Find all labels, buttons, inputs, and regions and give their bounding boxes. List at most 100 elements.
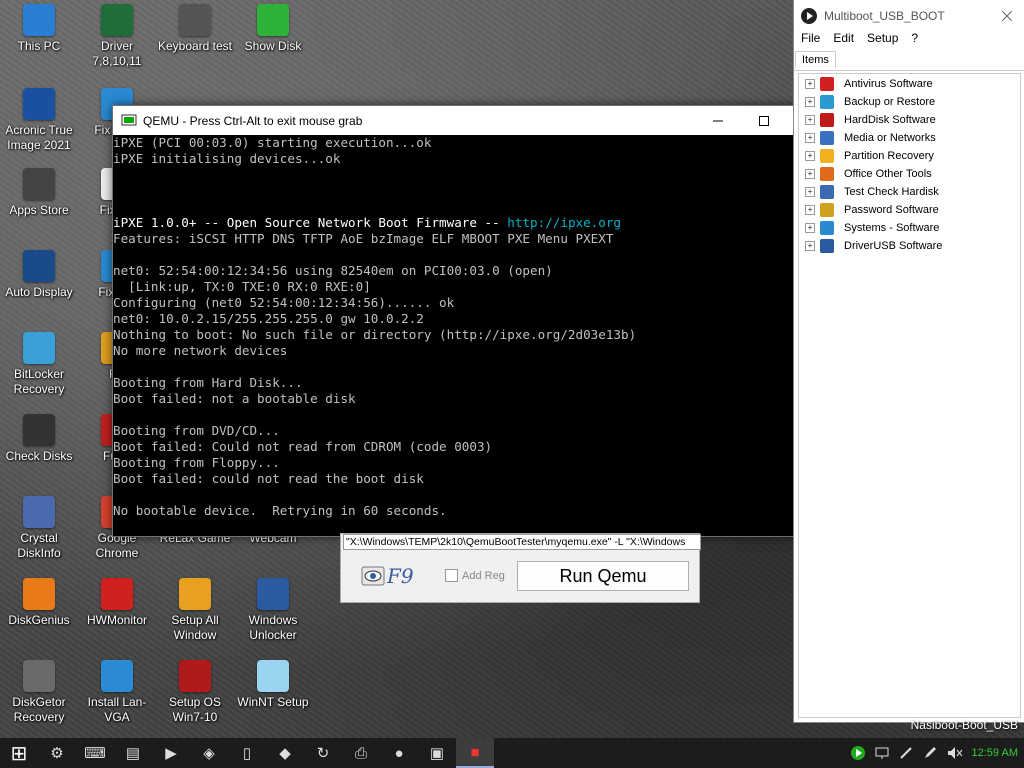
menu-item[interactable]: File <box>801 31 820 49</box>
shield-icon[interactable]: ◆ <box>266 738 304 768</box>
expand-icon[interactable]: + <box>805 205 815 215</box>
expand-icon[interactable]: + <box>805 133 815 143</box>
keyboard-icon[interactable]: ⌨ <box>76 738 114 768</box>
brush-icon[interactable] <box>898 745 914 761</box>
desktop-shortcut[interactable]: Install Lan-VGA <box>78 660 156 725</box>
expand-icon[interactable]: + <box>805 115 815 125</box>
menu-item[interactable]: ? <box>911 31 918 49</box>
tree-item[interactable]: + Partition Recovery <box>799 147 1020 165</box>
winnt-icon <box>257 660 289 692</box>
tree-item[interactable]: + Antivirus Software <box>799 75 1020 93</box>
media-icon[interactable]: ▶ <box>152 738 190 768</box>
desktop-shortcut[interactable]: BitLocker Recovery <box>0 332 78 397</box>
menu-item[interactable]: Setup <box>867 31 898 49</box>
desktop-shortcut[interactable]: Check Disks <box>0 414 78 464</box>
console-line: Booting from DVD/CD... <box>113 423 833 439</box>
maximize-button[interactable] <box>741 106 787 135</box>
desktop-shortcut[interactable]: HWMonitor <box>78 578 156 628</box>
file-icon[interactable]: ▯ <box>228 738 266 768</box>
desktop-shortcut[interactable]: Crystal DiskInfo <box>0 496 78 561</box>
console-line: Booting from Floppy... <box>113 455 833 471</box>
multiboot-titlebar[interactable]: Multiboot_USB_BOOT <box>794 0 1024 31</box>
printer-icon[interactable]: ⎙ <box>342 738 380 768</box>
expand-icon[interactable]: + <box>805 151 815 161</box>
desktop-shortcut[interactable]: Show Disk <box>234 4 312 54</box>
desktop-shortcut[interactable]: This PC <box>0 4 78 54</box>
console-text: No bootable device. Retrying in 60 secon… <box>113 503 447 518</box>
tree-item-label: Partition Recovery <box>844 150 934 162</box>
clock[interactable]: 12:59 AM <box>972 747 1018 759</box>
desktop-shortcut[interactable]: Auto Display <box>0 250 78 300</box>
desktop-shortcut[interactable]: Keyboard test <box>156 4 234 54</box>
console-text: Nothing to boot: No such file or directo… <box>113 327 637 342</box>
multiboot-close-button[interactable] <box>989 1 1024 30</box>
console-line: iPXE (PCI 00:03.0) starting execution...… <box>113 135 833 151</box>
console-text: net0: 10.0.2.15/255.255.255.0 gw 10.0.2.… <box>113 311 424 326</box>
play-icon[interactable] <box>850 745 866 761</box>
expand-icon[interactable]: + <box>805 97 815 107</box>
category-icon <box>820 185 834 199</box>
add-reg-checkbox[interactable]: Add Reg <box>445 569 505 582</box>
shortcut-label: DiskGenius <box>8 613 70 627</box>
qemu-console[interactable]: iPXE (PCI 00:03.0) starting execution...… <box>113 135 833 519</box>
shortcut-label: Check Disks <box>5 449 73 463</box>
desktop-shortcut[interactable]: DiskGetor Recovery <box>0 660 78 725</box>
qemu-window[interactable]: QEMU - Press Ctrl-Alt to exit mouse grab… <box>112 105 834 537</box>
menu-item[interactable]: Edit <box>833 31 854 49</box>
expand-icon[interactable]: + <box>805 187 815 197</box>
network-icon[interactable]: ◈ <box>190 738 228 768</box>
console-text: iPXE initialising devices...ok <box>113 151 341 166</box>
desktop-shortcut[interactable]: Windows Unlocker <box>234 578 312 643</box>
shortcut-label: Show Disk <box>244 39 302 53</box>
pen-icon[interactable] <box>922 745 938 761</box>
desktop-shortcut[interactable]: Setup OS Win7-10 <box>156 660 234 725</box>
run-qemu-button[interactable]: Run Qemu <box>517 561 689 591</box>
volume-muted-icon[interactable] <box>946 745 964 761</box>
multiboot-window[interactable]: Multiboot_USB_BOOT File Edit Setup? Items … <box>793 0 1024 723</box>
tree-item[interactable]: + Backup or Restore <box>799 93 1020 111</box>
tree-item[interactable]: + Test Check Hardisk <box>799 183 1020 201</box>
expand-icon[interactable]: + <box>805 241 815 251</box>
hardware-icon[interactable]: ⚙ <box>38 738 76 768</box>
console-line: Configuring (net0 52:54:00:12:34:56)....… <box>113 295 833 311</box>
tree-item[interactable]: + DriverUSB Software <box>799 237 1020 255</box>
checkbox-box[interactable] <box>445 569 458 582</box>
f9-button[interactable]: F9 <box>361 562 423 590</box>
shortcut-label: HWMonitor <box>86 613 147 627</box>
tree-item[interactable]: + Password Software <box>799 201 1020 219</box>
expand-icon[interactable]: + <box>805 169 815 179</box>
desktop-shortcut[interactable]: WinNT Setup <box>234 660 312 710</box>
qemu-titlebar[interactable]: QEMU - Press Ctrl-Alt to exit mouse grab <box>113 106 833 136</box>
tree-item[interactable]: + Office Other Tools <box>799 165 1020 183</box>
desktop-shortcut[interactable]: Acronic True Image 2021 <box>0 88 78 153</box>
desktop-shortcut[interactable]: Driver 7,8,10,11 <box>78 4 156 69</box>
desktop-shortcut[interactable]: Setup All Window <box>156 578 234 643</box>
qemu-icon[interactable]: ■ <box>456 738 494 768</box>
keyboard-test-icon <box>179 4 211 36</box>
tree-item[interactable]: + Media or Networks <box>799 129 1020 147</box>
expand-icon[interactable]: + <box>805 79 815 89</box>
shortcut-label: Windows Unlocker <box>248 613 298 642</box>
console-text: net0: 52:54:00:12:34:56 using 82540em on… <box>113 263 553 278</box>
console-line: net0: 52:54:00:12:34:56 using 82540em on… <box>113 263 833 279</box>
eye-icon <box>361 566 385 586</box>
console-line: Boot failed: could not read the boot dis… <box>113 471 833 487</box>
minimize-button[interactable] <box>695 106 741 135</box>
desktop-shortcut[interactable]: DiskGenius <box>0 578 78 628</box>
start-icon[interactable]: ⊞ <box>0 738 38 768</box>
tab-items[interactable]: Items <box>795 51 836 68</box>
tree-item[interactable]: + Systems - Software <box>799 219 1020 237</box>
tree-item-label: DriverUSB Software <box>844 240 943 252</box>
monitor-icon[interactable]: ▣ <box>418 738 456 768</box>
expand-icon[interactable]: + <box>805 223 815 233</box>
refresh-icon[interactable]: ↻ <box>304 738 342 768</box>
multiboot-tree: + Antivirus Software + Backup or Restore + Ha… <box>798 73 1021 718</box>
folder-icon[interactable]: ▤ <box>114 738 152 768</box>
network-icon[interactable] <box>874 745 890 761</box>
tree-item[interactable]: + HardDisk Software <box>799 111 1020 129</box>
command-line-field[interactable]: "X:\Windows\TEMP\2k10\QemuBootTester\myq… <box>343 534 701 550</box>
desktop-shortcut[interactable]: Apps Store <box>0 168 78 218</box>
recorder-icon[interactable]: ● <box>380 738 418 768</box>
